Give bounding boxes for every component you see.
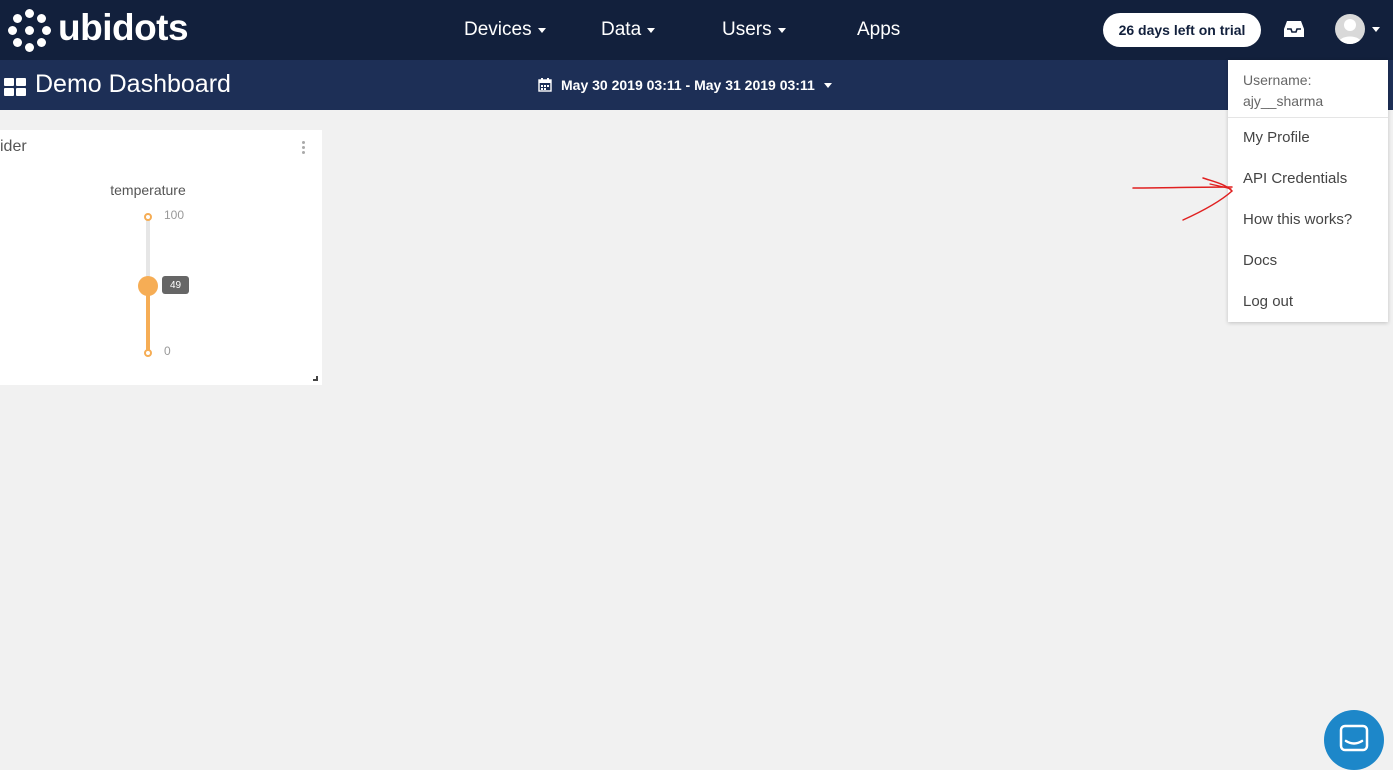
nav-devices[interactable]: Devices <box>464 0 546 60</box>
trial-badge[interactable]: 26 days left on trial <box>1103 13 1261 47</box>
inbox-icon[interactable] <box>1284 20 1304 38</box>
variable-name: temperature <box>110 182 186 198</box>
nav-apps[interactable]: Apps <box>857 0 900 60</box>
slider-knob[interactable] <box>138 276 158 296</box>
chat-icon <box>1339 724 1369 752</box>
logo-dots-icon <box>8 8 52 52</box>
chevron-down-icon <box>537 27 546 33</box>
nav-data-label: Data <box>601 19 642 40</box>
user-avatar[interactable] <box>1335 14 1365 44</box>
menu-item-how-this-works[interactable]: How this works? <box>1243 211 1352 228</box>
menu-item-api-credentials[interactable]: API Credentials <box>1243 170 1347 187</box>
slider-min-dot <box>144 349 152 357</box>
menu-item-my-profile[interactable]: My Profile <box>1243 129 1310 146</box>
slider-max-dot <box>144 213 152 221</box>
slider-min-label: 0 <box>164 344 171 358</box>
nav-users[interactable]: Users <box>722 0 786 60</box>
date-range-picker[interactable]: May 30 2019 03:11 - May 31 2019 03:11 <box>538 77 832 93</box>
red-arrow-annotation <box>1132 177 1234 221</box>
nav-users-label: Users <box>722 19 772 40</box>
menu-item-log-out[interactable]: Log out <box>1243 293 1293 310</box>
widget-menu-icon[interactable] <box>302 141 306 155</box>
user-dropdown-menu: Username: ajy__sharma My Profile API Cre… <box>1228 60 1388 322</box>
username-value: ajy__sharma <box>1243 93 1324 109</box>
resize-handle-icon[interactable] <box>313 376 318 381</box>
menu-divider <box>1228 117 1388 118</box>
dashboard-title[interactable]: Demo Dashboard <box>35 70 231 99</box>
slider-max-label: 100 <box>164 208 185 222</box>
slider-widget: ider temperature 49 100 0 <box>0 130 322 385</box>
chevron-down-icon <box>647 27 656 33</box>
chevron-down-icon[interactable] <box>1372 27 1380 32</box>
calendar-icon <box>538 78 552 92</box>
nav-apps-label: Apps <box>857 19 901 40</box>
widget-title: ider <box>0 138 27 155</box>
chat-launcher-button[interactable] <box>1324 710 1384 770</box>
menu-item-docs[interactable]: Docs <box>1243 252 1277 269</box>
chevron-down-icon <box>823 82 832 88</box>
date-range-text: May 30 2019 03:11 - May 31 2019 03:11 <box>561 77 815 93</box>
user-silhouette-icon <box>1338 19 1362 44</box>
slider-track-fill <box>146 286 150 353</box>
nav-devices-label: Devices <box>464 19 532 40</box>
slider-value-badge: 49 <box>162 276 189 294</box>
nav-data[interactable]: Data <box>601 0 656 60</box>
dashboard-grid-icon[interactable] <box>4 78 27 96</box>
username-label: Username: <box>1243 72 1312 88</box>
chevron-down-icon <box>777 27 786 33</box>
ubidots-logo[interactable]: ubidots <box>8 7 189 52</box>
logo-text: ubidots <box>58 7 189 48</box>
